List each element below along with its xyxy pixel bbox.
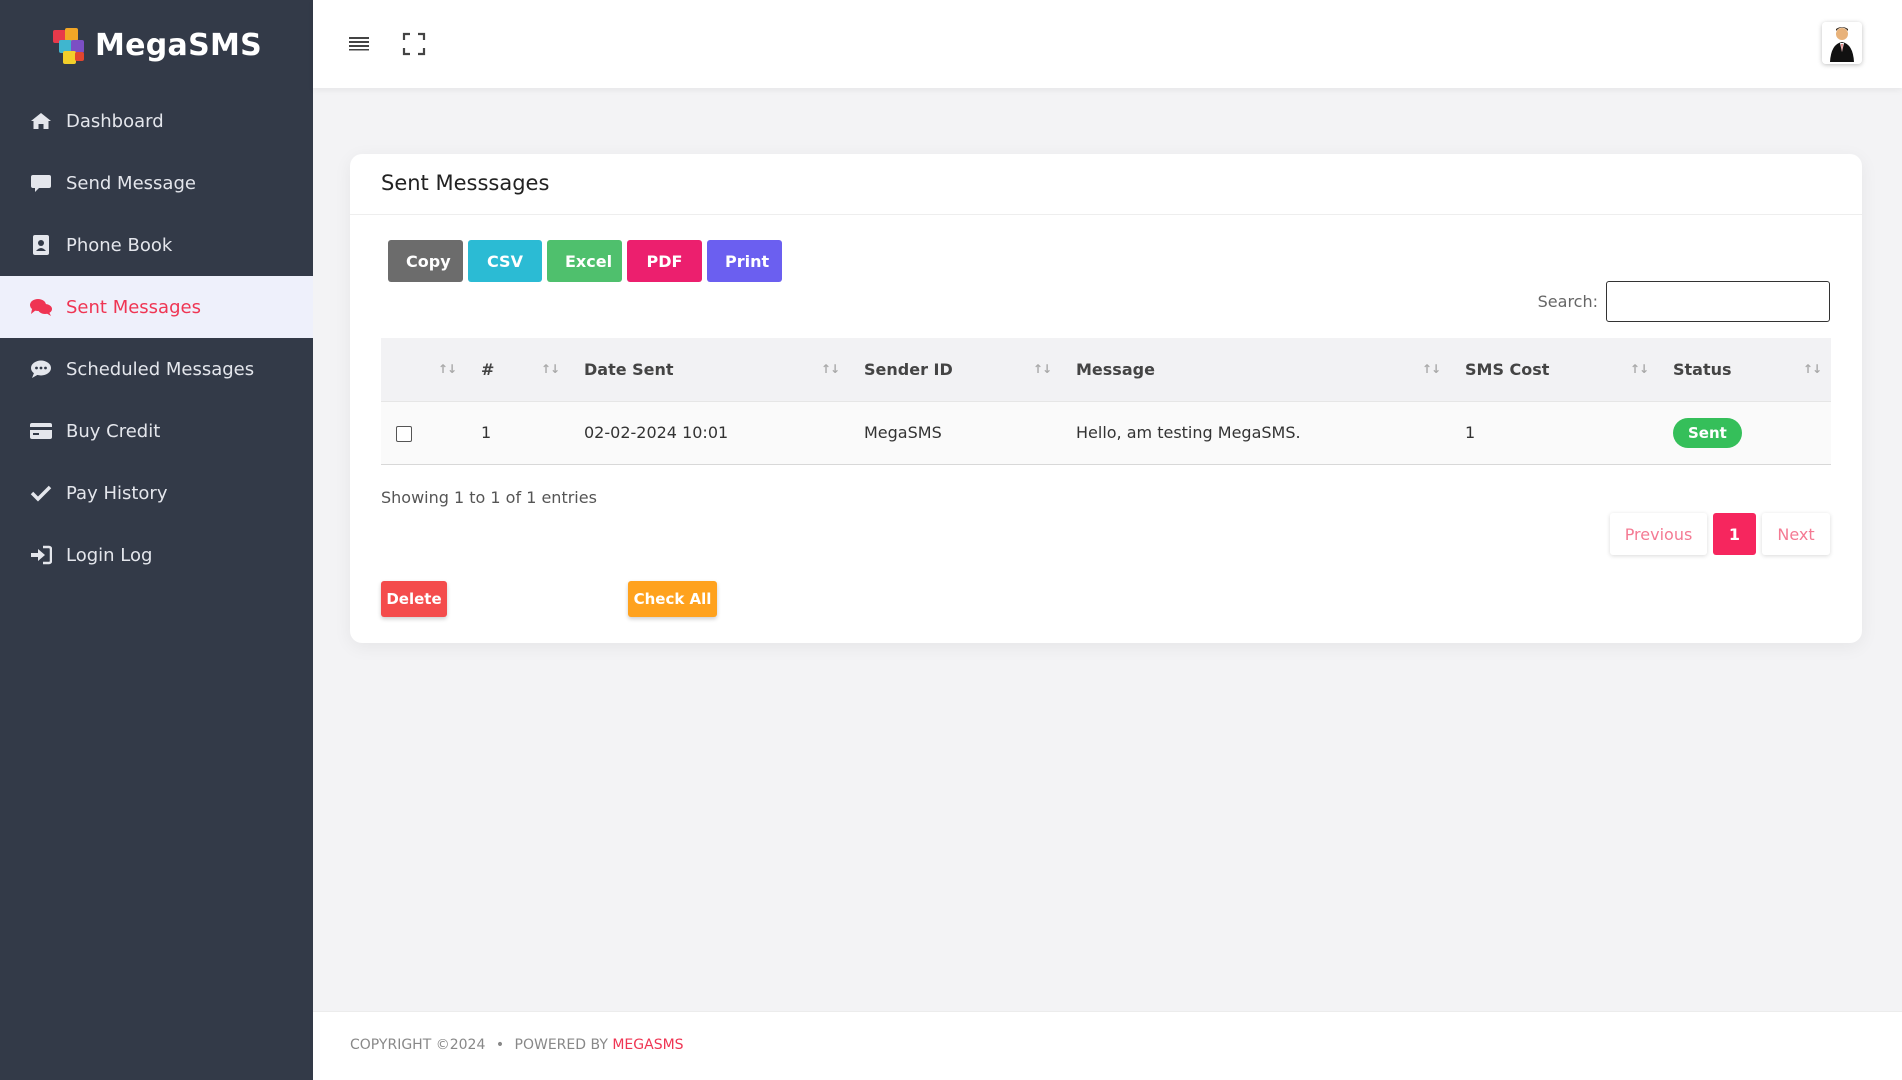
row-checkbox[interactable] xyxy=(396,425,412,442)
home-icon xyxy=(28,110,54,132)
sidebar-item-label: Buy Credit xyxy=(66,420,161,442)
delete-button[interactable]: Delete xyxy=(381,581,447,617)
column-header-sms-cost[interactable]: SMS Cost ↑↓ xyxy=(1450,338,1658,402)
copyright-text: COPYRIGHT ©2024 xyxy=(350,1037,486,1053)
search-input[interactable] xyxy=(1606,281,1830,322)
search-label: Search: xyxy=(1537,292,1598,311)
sent-messages-card: Sent Messsages Copy CSV Excel PDF Print … xyxy=(350,154,1862,643)
table-header-row: ↑↓ # ↑↓ Date Sent ↑↓ Sender ID ↑↓ Message ↑↓… xyxy=(381,338,1831,402)
column-header-message[interactable]: Message ↑↓ xyxy=(1061,338,1450,402)
sort-icon: ↑↓ xyxy=(540,362,560,376)
sidebar-item-phone-book[interactable]: Phone Book xyxy=(0,214,313,276)
sidebar-item-sent-messages[interactable]: Sent Messages xyxy=(0,276,313,338)
sort-icon: ↑↓ xyxy=(1629,362,1649,376)
sort-icon: ↑↓ xyxy=(1421,362,1441,376)
copy-button[interactable]: Copy xyxy=(388,240,463,282)
row-sender-id: MegaSMS xyxy=(849,401,1061,465)
next-page-button[interactable]: Next xyxy=(1762,513,1830,555)
powered-by-text: POWERED BY xyxy=(514,1037,608,1053)
avatar[interactable] xyxy=(1822,22,1862,64)
page-1-button[interactable]: 1 xyxy=(1713,513,1756,555)
topbar xyxy=(313,0,1902,88)
credit-card-icon xyxy=(28,420,54,442)
row-date-sent: 02-02-2024 10:01 xyxy=(569,401,849,465)
sidebar-item-label: Scheduled Messages xyxy=(66,358,255,380)
address-book-icon xyxy=(28,234,54,256)
fullscreen-icon[interactable] xyxy=(402,32,428,56)
table-row[interactable]: 1 02-02-2024 10:01 MegaSMS Hello, am tes… xyxy=(381,401,1831,465)
print-button[interactable]: Print xyxy=(707,240,782,282)
row-message: Hello, am testing MegaSMS. xyxy=(1061,401,1450,465)
footer-separator: • xyxy=(495,1037,505,1053)
pagination: Previous 1 Next xyxy=(1610,513,1830,555)
sidebar-item-label: Sent Messages xyxy=(66,296,201,318)
sidebar-nav: Dashboard Send Message Phone Book Sent M… xyxy=(0,90,313,586)
sort-icon: ↑↓ xyxy=(437,362,457,376)
comment-dots-icon xyxy=(28,358,54,380)
sidebar-item-label: Send Message xyxy=(66,172,196,194)
sidebar-item-dashboard[interactable]: Dashboard xyxy=(0,90,313,152)
column-header-status[interactable]: Status ↑↓ xyxy=(1658,338,1831,402)
logo[interactable]: MegaSMS xyxy=(0,0,313,90)
sidebar-item-label: Phone Book xyxy=(66,234,173,256)
sidebar-item-send-message[interactable]: Send Message xyxy=(0,152,313,214)
check-icon xyxy=(28,482,54,504)
row-status-cell: Sent xyxy=(1658,401,1831,465)
column-header-select[interactable]: ↑↓ xyxy=(381,338,466,402)
sidebar-item-label: Login Log xyxy=(66,544,153,566)
sidebar: MegaSMS Dashboard Send Message Phone Boo… xyxy=(0,0,313,1080)
excel-button[interactable]: Excel xyxy=(547,240,622,282)
page-title: Sent Messsages xyxy=(381,171,550,195)
sort-icon: ↑↓ xyxy=(1802,362,1822,376)
sort-icon: ↑↓ xyxy=(820,362,840,376)
column-header-number[interactable]: # ↑↓ xyxy=(466,338,569,402)
export-buttons: Copy CSV Excel PDF Print xyxy=(388,240,782,282)
sidebar-item-login-log[interactable]: Login Log xyxy=(0,524,313,586)
csv-button[interactable]: CSV xyxy=(468,240,542,282)
pdf-button[interactable]: PDF xyxy=(627,240,702,282)
sign-in-icon xyxy=(28,544,54,566)
sidebar-item-scheduled-messages[interactable]: Scheduled Messages xyxy=(0,338,313,400)
search-area: Search: xyxy=(1538,281,1830,322)
row-sms-cost: 1 xyxy=(1450,401,1658,465)
column-header-date-sent[interactable]: Date Sent ↑↓ xyxy=(569,338,849,402)
logo-icon xyxy=(51,26,89,64)
card-header: Sent Messsages xyxy=(350,154,1862,215)
footer-brand-link[interactable]: MEGASMS xyxy=(612,1037,683,1053)
check-all-button[interactable]: Check All xyxy=(628,581,717,617)
sidebar-item-label: Pay History xyxy=(66,482,168,504)
row-number: 1 xyxy=(466,401,569,465)
logo-text: MegaSMS xyxy=(94,27,263,63)
table-info: Showing 1 to 1 of 1 entries xyxy=(381,488,597,507)
footer: COPYRIGHT ©2024 • POWERED BY MEGASMS xyxy=(313,1011,1902,1080)
status-badge: Sent xyxy=(1673,417,1742,448)
menu-toggle-icon[interactable] xyxy=(347,32,373,56)
comments-icon xyxy=(28,296,54,318)
messages-table: ↑↓ # ↑↓ Date Sent ↑↓ Sender ID ↑↓ Message ↑↓… xyxy=(381,338,1831,465)
sort-icon: ↑↓ xyxy=(1032,362,1052,376)
sidebar-item-label: Dashboard xyxy=(66,110,164,132)
chat-bubble-icon xyxy=(28,172,54,194)
sidebar-item-buy-credit[interactable]: Buy Credit xyxy=(0,400,313,462)
sidebar-item-pay-history[interactable]: Pay History xyxy=(0,462,313,524)
previous-page-button[interactable]: Previous xyxy=(1610,513,1707,555)
column-header-sender-id[interactable]: Sender ID ↑↓ xyxy=(849,338,1061,402)
row-select-cell xyxy=(381,401,466,465)
